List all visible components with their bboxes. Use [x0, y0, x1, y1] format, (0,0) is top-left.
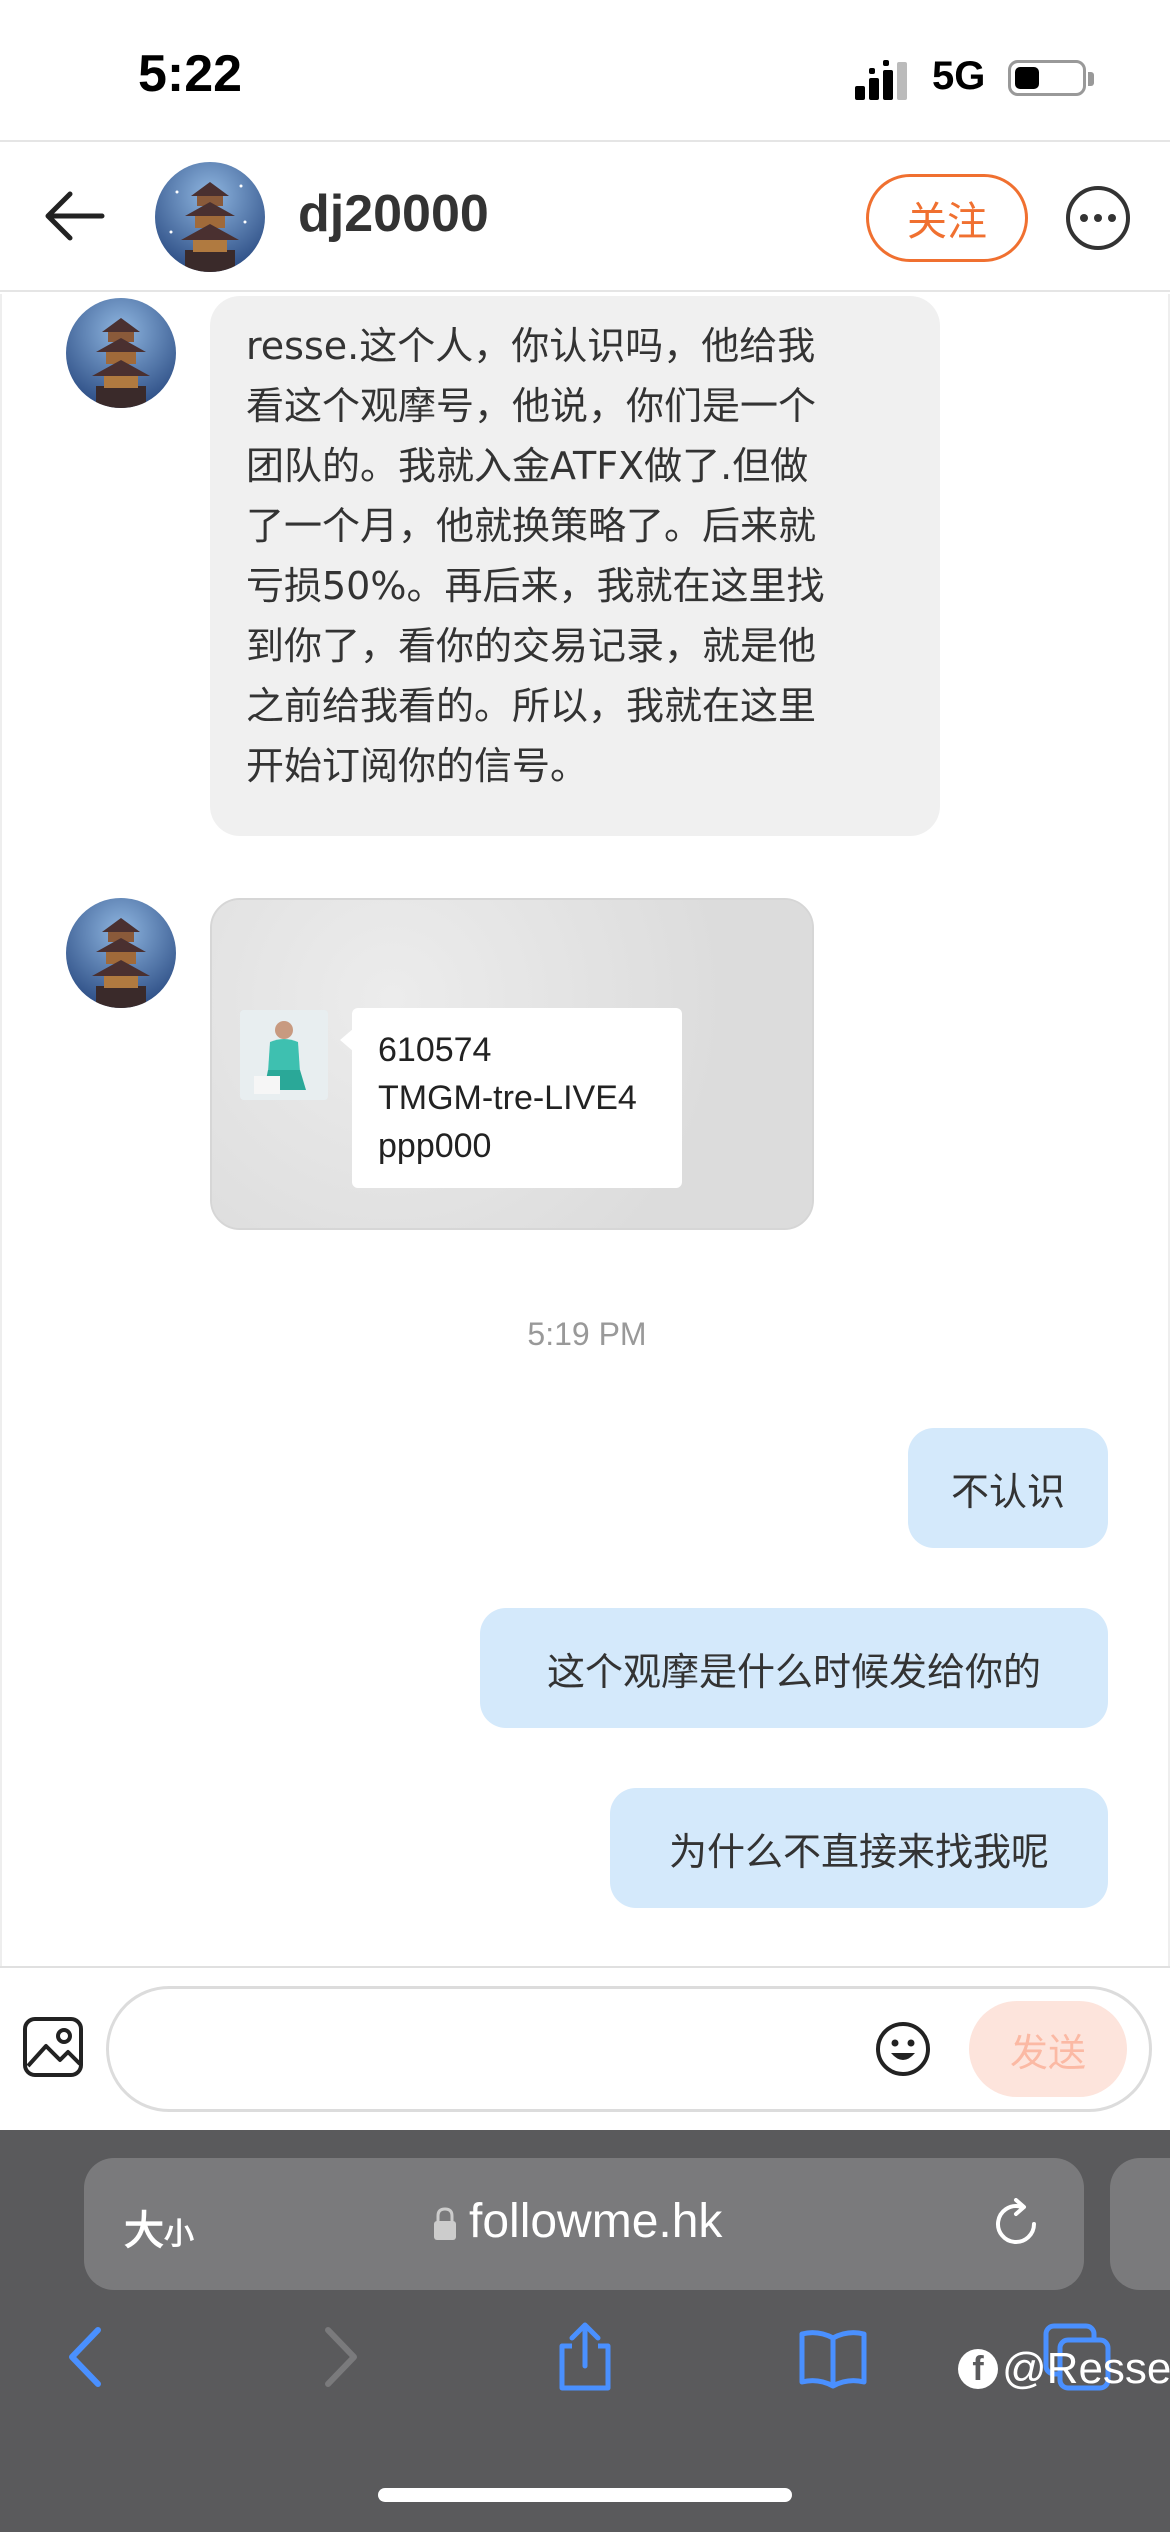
url-text: followme.hk — [469, 2195, 723, 2248]
outgoing-bubble[interactable]: 这个观摩是什么时候发给你的 — [480, 1608, 1108, 1728]
header-avatar[interactable] — [155, 162, 265, 272]
sender-avatar[interactable] — [66, 298, 176, 408]
text-line: resse.这个人，你认识吗，他给我 — [246, 324, 816, 368]
address-bar[interactable]: 大小 followme.hk — [84, 2158, 1084, 2290]
account-card: 610574 TMGM-tre-LIVE4 ppp000 — [352, 1008, 682, 1188]
pagoda-avatar-image — [66, 298, 176, 408]
forward-nav-icon[interactable] — [304, 2322, 374, 2392]
incoming-text: resse.这个人，你认识吗，他给我 看这个观摩号，他说，你们是一个 团队的。我… — [210, 296, 940, 816]
message-input[interactable] — [149, 2019, 849, 2079]
text-line: 看这个观摩号，他说，你们是一个 — [246, 384, 817, 428]
back-nav-icon[interactable] — [52, 2322, 122, 2392]
outgoing-bubble[interactable]: 不认识 — [908, 1428, 1108, 1548]
follow-button[interactable]: 关注 — [866, 174, 1028, 262]
next-tab-preview[interactable] — [1110, 2158, 1170, 2290]
image-message[interactable]: 610574 TMGM-tre-LIVE4 ppp000 — [210, 898, 814, 1230]
pagoda-avatar-image — [155, 162, 265, 272]
text-line: 之前给我看的。所以，我就在这里 — [246, 684, 817, 728]
pagoda-avatar-image — [66, 898, 176, 1008]
chat-username[interactable]: dj20000 — [298, 184, 489, 244]
signal-icon — [855, 60, 907, 100]
more-icon[interactable] — [1066, 186, 1130, 250]
watermark: f @Resse — [958, 2344, 1170, 2394]
battery-tip — [1088, 72, 1094, 86]
profile-thumbnail — [240, 1010, 328, 1100]
text-line: 开始订阅你的信号。 — [246, 744, 589, 788]
status-time: 5:22 — [138, 45, 243, 103]
reload-icon[interactable] — [990, 2198, 1042, 2250]
chat-header: dj20000 关注 — [0, 140, 1170, 292]
card-line-3: ppp000 — [378, 1127, 492, 1165]
back-arrow-icon[interactable] — [40, 186, 110, 246]
card-line-2: TMGM-tre-LIVE4 — [378, 1079, 637, 1117]
card-line-1: 610574 — [378, 1031, 492, 1069]
text-size-large: 大 — [124, 2208, 164, 2254]
battery-icon — [1008, 60, 1086, 96]
send-button[interactable]: 发送 — [969, 2001, 1127, 2097]
text-size-button[interactable]: 大小 — [124, 2198, 194, 2256]
network-label: 5G — [932, 54, 986, 98]
image-icon[interactable] — [22, 2016, 84, 2078]
facebook-icon: f — [958, 2349, 998, 2389]
message-timestamp: 5:19 PM — [527, 1316, 647, 1352]
bookmarks-icon[interactable] — [798, 2322, 868, 2392]
message-input-bar: 发送 — [0, 1966, 1170, 2130]
emoji-icon[interactable] — [875, 2021, 931, 2077]
message-input-wrapper: 发送 — [106, 1986, 1152, 2112]
message-list[interactable]: resse.这个人，你认识吗，他给我 看这个观摩号，他说，你们是一个 团队的。我… — [0, 294, 1170, 1966]
sender-avatar[interactable] — [66, 898, 176, 1008]
incoming-text-bubble[interactable]: resse.这个人，你认识吗，他给我 看这个观摩号，他说，你们是一个 团队的。我… — [210, 296, 940, 836]
outgoing-bubble[interactable]: 为什么不直接来找我呢 — [610, 1788, 1108, 1908]
share-icon[interactable] — [550, 2322, 620, 2392]
text-line: 到你了，看你的交易记录，就是他 — [246, 624, 817, 668]
status-bar: 5:22 5G — [0, 0, 1170, 140]
text-size-small: 小 — [164, 2217, 194, 2252]
watermark-text: @Resse — [1002, 2344, 1170, 2393]
text-line: 亏损50%。再后来，我就在这里找 — [246, 564, 825, 608]
text-line: 了一个月，他就换策略了。后来就 — [246, 504, 817, 548]
text-line: 团队的。我就入金ATFX做了.但做 — [246, 444, 809, 488]
home-indicator[interactable] — [378, 2488, 792, 2502]
lock-icon — [434, 2207, 456, 2240]
browser-toolbar: 大小 followme.hk — [0, 2130, 1170, 2532]
